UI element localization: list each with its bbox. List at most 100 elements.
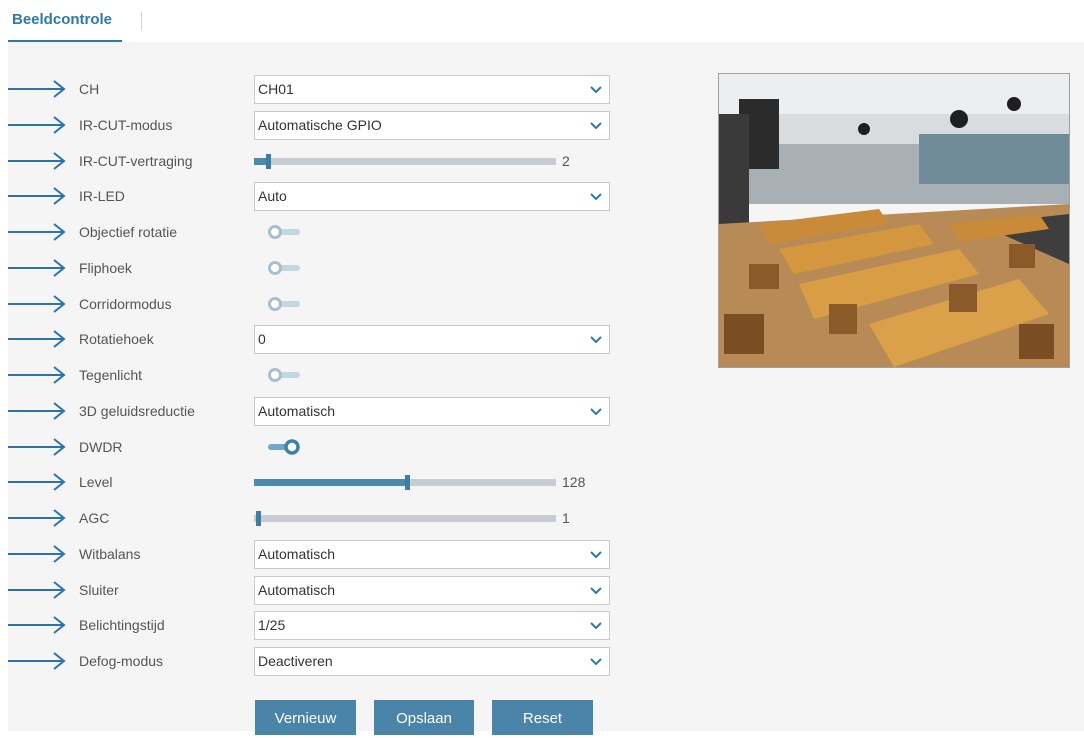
- setting-label-flip: Fliphoek: [79, 259, 132, 276]
- setting-label-lens-rotation: Objectief rotatie: [79, 224, 178, 240]
- setting-label-ircut-delay: IR-CUT-vertraging: [79, 152, 193, 169]
- setting-row-shutter: Sluiter Automatisch: [8, 573, 628, 607]
- arrow-right-icon: [8, 80, 66, 98]
- setting-row-dwdr: DWDR: [8, 430, 628, 464]
- tab-beeldcontrole[interactable]: Beeldcontrole: [8, 0, 123, 42]
- rotation-angle-select[interactable]: 0: [254, 325, 610, 355]
- setting-label-rotation-angle: Rotatiehoek: [79, 331, 154, 348]
- chevron-down-icon: [590, 86, 602, 94]
- setting-row-ircut-delay: IR-CUT-vertraging 2: [8, 144, 628, 178]
- ircut-mode-select[interactable]: Automatische GPIO: [254, 110, 610, 140]
- setting-row-ch: CH CH01: [8, 72, 628, 106]
- chevron-down-icon: [590, 622, 602, 630]
- flip-toggle[interactable]: [266, 258, 302, 278]
- corridor-toggle[interactable]: [266, 294, 302, 314]
- chevron-down-icon: [590, 551, 602, 559]
- noise-reduction-select[interactable]: Automatisch: [254, 396, 610, 426]
- image-control-panel: CH CH01 IR-CUT-modus Automatische GPIO IR-CU…: [8, 42, 1084, 735]
- refresh-button[interactable]: Vernieuw: [255, 700, 356, 735]
- tab-separator: [141, 12, 142, 30]
- chevron-down-icon: [590, 193, 602, 201]
- arrow-right-icon: [8, 151, 66, 170]
- ch-select-value: CH01: [258, 81, 294, 97]
- setting-row-exposure-time: Belichtingstijd 1/25: [8, 608, 628, 642]
- agc-slider-value: 1: [562, 510, 570, 526]
- arrow-right-icon: [8, 401, 66, 420]
- setting-row-defog-mode: Defog-modus Deactiveren: [8, 644, 628, 678]
- exposure-time-select[interactable]: 1/25: [254, 611, 610, 641]
- dwdr-toggle[interactable]: [266, 437, 302, 457]
- agc-slider-handle[interactable]: [256, 511, 261, 526]
- save-button[interactable]: Opslaan: [374, 700, 474, 735]
- arrow-right-icon: [8, 366, 66, 384]
- defog-mode-select[interactable]: Deactiveren: [254, 647, 610, 676]
- defog-mode-select-value: Deactiveren: [258, 653, 333, 669]
- setting-label-noise-reduction: 3D geluidsreductie: [79, 402, 195, 419]
- setting-label-irled: IR-LED: [79, 188, 125, 205]
- arrow-right-icon: [8, 544, 66, 563]
- rotation-angle-select-value: 0: [258, 331, 266, 348]
- arrow-right-icon: [8, 258, 66, 277]
- setting-label-ircut-mode: IR-CUT-modus: [79, 116, 173, 133]
- setting-row-agc: AGC 1: [8, 501, 628, 535]
- setting-label-corridor: Corridormodus: [79, 295, 172, 312]
- setting-label-ch: CH: [79, 81, 100, 97]
- setting-label-backlight: Tegenlicht: [79, 367, 143, 383]
- setting-row-irled: IR-LED Auto: [8, 179, 628, 213]
- ircut-delay-slider-value: 2: [562, 152, 570, 169]
- lens-rotation-toggle[interactable]: [266, 222, 302, 242]
- setting-row-noise-reduction: 3D geluidsreductie Automatisch: [8, 394, 628, 428]
- white-balance-select-value: Automatisch: [258, 545, 336, 562]
- exposure-time-select-value: 1/25: [258, 617, 286, 634]
- arrow-right-icon: [8, 294, 66, 313]
- agc-slider-track[interactable]: [254, 515, 556, 522]
- white-balance-select[interactable]: Automatisch: [254, 539, 610, 569]
- ch-select[interactable]: CH01: [254, 75, 610, 104]
- ircut-delay-slider-track[interactable]: [254, 157, 556, 165]
- setting-label-agc: AGC: [79, 510, 110, 526]
- noise-reduction-select-value: Automatisch: [258, 402, 336, 419]
- agc-slider[interactable]: 1: [254, 501, 604, 535]
- level-slider-fill: [254, 479, 405, 487]
- ircut-delay-slider[interactable]: 2: [254, 144, 604, 178]
- arrow-right-icon: [8, 115, 66, 134]
- arrow-right-icon: [8, 616, 66, 635]
- chevron-down-icon: [590, 658, 602, 666]
- backlight-toggle[interactable]: [266, 365, 302, 385]
- setting-label-exposure-time: Belichtingstijd: [79, 617, 165, 634]
- ircut-mode-select-value: Automatische GPIO: [258, 116, 382, 133]
- irled-select[interactable]: Auto: [254, 182, 610, 212]
- arrow-right-icon: [8, 580, 66, 599]
- tab-bar: Beeldcontrole: [0, 0, 1084, 42]
- setting-label-defog-mode: Defog-modus: [79, 653, 164, 669]
- reset-button[interactable]: Reset: [492, 700, 593, 735]
- irled-select-value: Auto: [258, 188, 287, 205]
- arrow-right-icon: [8, 437, 66, 456]
- setting-label-dwdr: DWDR: [79, 438, 123, 455]
- level-slider[interactable]: 128: [254, 465, 604, 499]
- setting-label-level: Level: [79, 474, 113, 491]
- setting-row-rotation-angle: Rotatiehoek 0: [8, 322, 628, 356]
- shutter-select[interactable]: Automatisch: [254, 575, 610, 605]
- level-slider-value: 128: [562, 474, 586, 491]
- setting-row-flip: Fliphoek: [8, 251, 628, 285]
- setting-row-white-balance: Witbalans Automatisch: [8, 537, 628, 571]
- arrow-right-icon: [8, 223, 66, 241]
- setting-row-corridor: Corridormodus: [8, 287, 628, 321]
- camera-preview-image: [719, 74, 1069, 367]
- camera-preview: [718, 73, 1070, 368]
- ircut-delay-slider-handle[interactable]: [266, 153, 271, 169]
- chevron-down-icon: [590, 586, 602, 594]
- arrow-right-icon: [8, 509, 66, 527]
- setting-row-ircut-mode: IR-CUT-modus Automatische GPIO: [8, 108, 628, 142]
- setting-row-lens-rotation: Objectief rotatie: [8, 215, 628, 249]
- setting-row-level: Level 128: [8, 465, 628, 499]
- level-slider-handle[interactable]: [405, 475, 410, 491]
- chevron-down-icon: [590, 408, 602, 416]
- arrow-right-icon: [8, 330, 66, 349]
- chevron-down-icon: [590, 122, 602, 130]
- setting-row-backlight: Tegenlicht: [8, 358, 628, 392]
- shutter-select-value: Automatisch: [258, 581, 336, 598]
- arrow-right-icon: [8, 187, 66, 206]
- setting-label-white-balance: Witbalans: [79, 545, 141, 562]
